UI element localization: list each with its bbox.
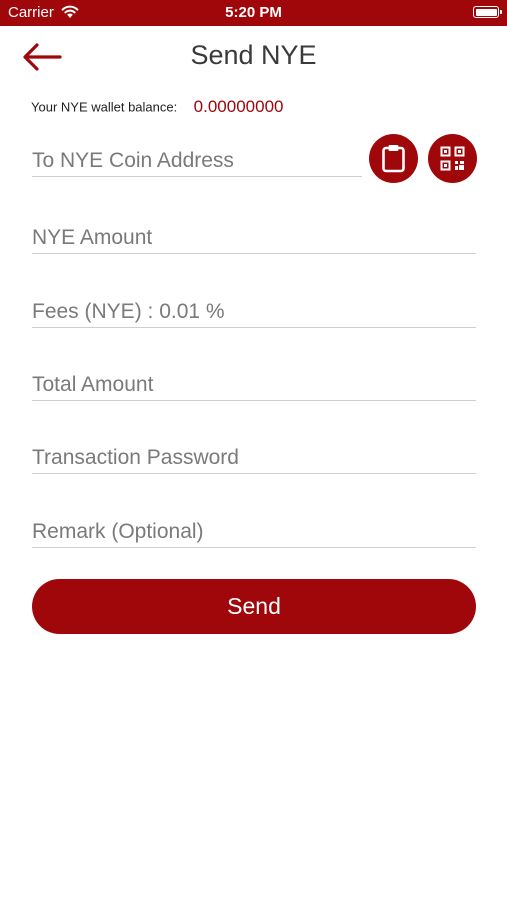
balance-label: Your NYE wallet balance: — [31, 99, 178, 115]
transaction-password-input[interactable] — [32, 443, 476, 474]
qr-code-icon — [440, 146, 465, 171]
nye-amount-input[interactable] — [32, 223, 476, 254]
paste-address-button[interactable] — [369, 134, 418, 183]
scan-qr-button[interactable] — [428, 134, 477, 183]
balance-value: 0.00000000 — [193, 97, 284, 116]
remark-input[interactable] — [32, 517, 476, 548]
status-bar: Carrier 5:20 PM — [0, 0, 507, 26]
page-title: Send NYE — [190, 40, 317, 70]
status-time: 5:20 PM — [225, 4, 282, 21]
total-amount-input[interactable] — [32, 370, 476, 401]
wallet-balance: Your NYE wallet balance: 0.00000000 — [31, 97, 284, 117]
clipboard-icon — [382, 145, 405, 173]
coin-address-input[interactable] — [32, 146, 362, 177]
fees-input[interactable] — [32, 297, 476, 328]
send-button[interactable]: Send — [32, 579, 476, 634]
battery-icon — [473, 6, 502, 18]
